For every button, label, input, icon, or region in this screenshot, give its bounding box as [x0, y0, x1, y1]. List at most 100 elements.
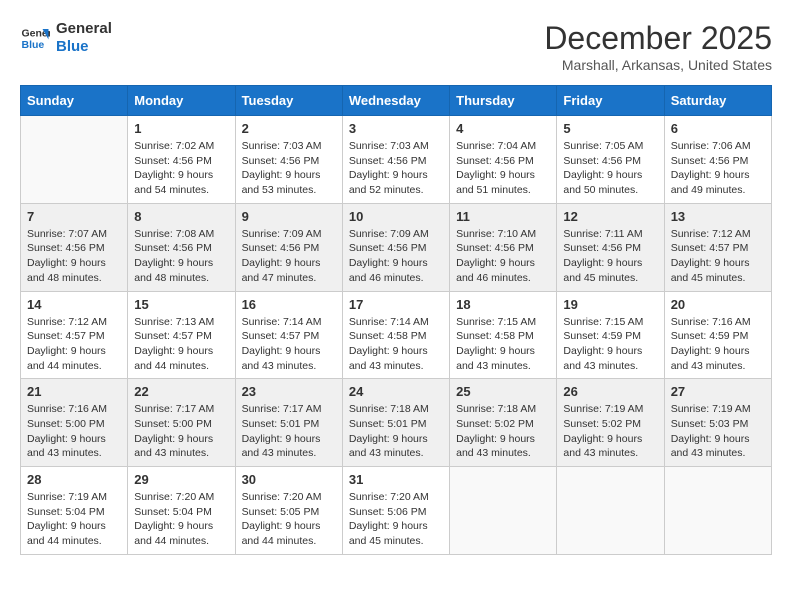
calendar-cell: 29 Sunrise: 7:20 AMSunset: 5:04 PMDayligh… — [128, 467, 235, 555]
day-number: 19 — [563, 297, 657, 312]
weekday-header-saturday: Saturday — [664, 86, 771, 116]
day-info: Sunrise: 7:08 AMSunset: 4:56 PMDaylight:… — [134, 227, 228, 286]
calendar-cell: 19 Sunrise: 7:15 AMSunset: 4:59 PMDayligh… — [557, 291, 664, 379]
day-info: Sunrise: 7:03 AMSunset: 4:56 PMDaylight:… — [242, 139, 336, 198]
calendar-cell: 21 Sunrise: 7:16 AMSunset: 5:00 PMDayligh… — [21, 379, 128, 467]
calendar-week-row: 21 Sunrise: 7:16 AMSunset: 5:00 PMDayligh… — [21, 379, 772, 467]
day-number: 24 — [349, 384, 443, 399]
day-info: Sunrise: 7:19 AMSunset: 5:03 PMDaylight:… — [671, 402, 765, 461]
day-number: 31 — [349, 472, 443, 487]
day-number: 14 — [27, 297, 121, 312]
day-number: 21 — [27, 384, 121, 399]
weekday-header-sunday: Sunday — [21, 86, 128, 116]
calendar-cell: 8 Sunrise: 7:08 AMSunset: 4:56 PMDaylight… — [128, 203, 235, 291]
calendar-cell: 25 Sunrise: 7:18 AMSunset: 5:02 PMDayligh… — [450, 379, 557, 467]
calendar-body: 1Sunrise: 7:02 AMSunset: 4:56 PMDaylight… — [21, 116, 772, 555]
day-info: Sunrise: 7:12 AMSunset: 4:57 PMDaylight:… — [27, 315, 121, 374]
calendar-cell: 20Sunrise: 7:16 AMSunset: 4:59 PMDayligh… — [664, 291, 771, 379]
calendar-cell: 7Sunrise: 7:07 AMSunset: 4:56 PMDaylight… — [21, 203, 128, 291]
calendar-cell: 28Sunrise: 7:19 AMSunset: 5:04 PMDayligh… — [21, 467, 128, 555]
day-info: Sunrise: 7:17 AMSunset: 5:00 PMDaylight:… — [134, 402, 228, 461]
calendar-cell: 5 Sunrise: 7:05 AMSunset: 4:56 PMDaylight… — [557, 116, 664, 204]
day-info: Sunrise: 7:02 AMSunset: 4:56 PMDaylight:… — [134, 139, 228, 198]
calendar-cell: 30Sunrise: 7:20 AMSunset: 5:05 PMDayligh… — [235, 467, 342, 555]
logo-text-general: General — [56, 20, 112, 38]
calendar-week-row: 1Sunrise: 7:02 AMSunset: 4:56 PMDaylight… — [21, 116, 772, 204]
day-number: 12 — [563, 209, 657, 224]
day-number: 8 — [134, 209, 228, 224]
day-number: 4 — [456, 121, 550, 136]
calendar-cell: 13 Sunrise: 7:12 AMSunset: 4:57 PMDayligh… — [664, 203, 771, 291]
calendar-cell: 27 Sunrise: 7:19 AMSunset: 5:03 PMDayligh… — [664, 379, 771, 467]
day-info: Sunrise: 7:15 AMSunset: 4:58 PMDaylight:… — [456, 315, 550, 374]
day-info: Sunrise: 7:04 AMSunset: 4:56 PMDaylight:… — [456, 139, 550, 198]
day-info: Sunrise: 7:20 AMSunset: 5:05 PMDaylight:… — [242, 490, 336, 549]
day-number: 11 — [456, 209, 550, 224]
calendar-week-row: 14 Sunrise: 7:12 AMSunset: 4:57 PMDayligh… — [21, 291, 772, 379]
calendar-cell — [450, 467, 557, 555]
day-info: Sunrise: 7:19 AMSunset: 5:04 PMDaylight:… — [27, 490, 121, 549]
day-number: 23 — [242, 384, 336, 399]
day-number: 18 — [456, 297, 550, 312]
calendar-cell: 23 Sunrise: 7:17 AMSunset: 5:01 PMDayligh… — [235, 379, 342, 467]
weekday-header-tuesday: Tuesday — [235, 86, 342, 116]
logo-text-blue: Blue — [56, 38, 112, 56]
svg-text:Blue: Blue — [22, 39, 45, 51]
calendar-cell: 3 Sunrise: 7:03 AMSunset: 4:56 PMDaylight… — [342, 116, 449, 204]
main-title: December 2025 — [544, 20, 772, 57]
day-info: Sunrise: 7:16 AMSunset: 5:00 PMDaylight:… — [27, 402, 121, 461]
day-number: 27 — [671, 384, 765, 399]
day-info: Sunrise: 7:06 AMSunset: 4:56 PMDaylight:… — [671, 139, 765, 198]
day-info: Sunrise: 7:09 AMSunset: 4:56 PMDaylight:… — [242, 227, 336, 286]
day-number: 5 — [563, 121, 657, 136]
day-number: 26 — [563, 384, 657, 399]
day-info: Sunrise: 7:20 AMSunset: 5:04 PMDaylight:… — [134, 490, 228, 549]
calendar-cell: 2 Sunrise: 7:03 AMSunset: 4:56 PMDaylight… — [235, 116, 342, 204]
weekday-header-monday: Monday — [128, 86, 235, 116]
day-info: Sunrise: 7:09 AMSunset: 4:56 PMDaylight:… — [349, 227, 443, 286]
calendar-cell: 31 Sunrise: 7:20 AMSunset: 5:06 PMDayligh… — [342, 467, 449, 555]
page-header: General Blue General Blue General Blue D… — [20, 20, 772, 73]
weekday-header-friday: Friday — [557, 86, 664, 116]
day-info: Sunrise: 7:14 AMSunset: 4:57 PMDaylight:… — [242, 315, 336, 374]
day-info: Sunrise: 7:18 AMSunset: 5:02 PMDaylight:… — [456, 402, 550, 461]
calendar-cell: 11Sunrise: 7:10 AMSunset: 4:56 PMDayligh… — [450, 203, 557, 291]
calendar-cell: 10 Sunrise: 7:09 AMSunset: 4:56 PMDayligh… — [342, 203, 449, 291]
day-info: Sunrise: 7:19 AMSunset: 5:02 PMDaylight:… — [563, 402, 657, 461]
day-info: Sunrise: 7:18 AMSunset: 5:01 PMDaylight:… — [349, 402, 443, 461]
day-number: 25 — [456, 384, 550, 399]
calendar-cell: 16Sunrise: 7:14 AMSunset: 4:57 PMDayligh… — [235, 291, 342, 379]
calendar-cell — [557, 467, 664, 555]
day-info: Sunrise: 7:16 AMSunset: 4:59 PMDaylight:… — [671, 315, 765, 374]
calendar-cell: 6Sunrise: 7:06 AMSunset: 4:56 PMDaylight… — [664, 116, 771, 204]
day-number: 10 — [349, 209, 443, 224]
calendar-cell: 1Sunrise: 7:02 AMSunset: 4:56 PMDaylight… — [128, 116, 235, 204]
weekday-header-wednesday: Wednesday — [342, 86, 449, 116]
day-info: Sunrise: 7:17 AMSunset: 5:01 PMDaylight:… — [242, 402, 336, 461]
day-info: Sunrise: 7:03 AMSunset: 4:56 PMDaylight:… — [349, 139, 443, 198]
weekday-header-row: SundayMondayTuesdayWednesdayThursdayFrid… — [21, 86, 772, 116]
day-info: Sunrise: 7:15 AMSunset: 4:59 PMDaylight:… — [563, 315, 657, 374]
logo-icon: General Blue — [20, 23, 50, 53]
day-number: 17 — [349, 297, 443, 312]
day-number: 3 — [349, 121, 443, 136]
day-number: 29 — [134, 472, 228, 487]
day-info: Sunrise: 7:12 AMSunset: 4:57 PMDaylight:… — [671, 227, 765, 286]
calendar-cell: 15 Sunrise: 7:13 AMSunset: 4:57 PMDayligh… — [128, 291, 235, 379]
calendar-cell: 18 Sunrise: 7:15 AMSunset: 4:58 PMDayligh… — [450, 291, 557, 379]
day-info: Sunrise: 7:20 AMSunset: 5:06 PMDaylight:… — [349, 490, 443, 549]
calendar-cell: 9 Sunrise: 7:09 AMSunset: 4:56 PMDaylight… — [235, 203, 342, 291]
calendar-table: SundayMondayTuesdayWednesdayThursdayFrid… — [20, 85, 772, 555]
calendar-cell: 12Sunrise: 7:11 AMSunset: 4:56 PMDayligh… — [557, 203, 664, 291]
day-number: 9 — [242, 209, 336, 224]
day-number: 22 — [134, 384, 228, 399]
day-number: 2 — [242, 121, 336, 136]
day-number: 15 — [134, 297, 228, 312]
day-number: 13 — [671, 209, 765, 224]
day-info: Sunrise: 7:05 AMSunset: 4:56 PMDaylight:… — [563, 139, 657, 198]
calendar-cell: 24 Sunrise: 7:18 AMSunset: 5:01 PMDayligh… — [342, 379, 449, 467]
day-info: Sunrise: 7:13 AMSunset: 4:57 PMDaylight:… — [134, 315, 228, 374]
subtitle: Marshall, Arkansas, United States — [544, 57, 772, 73]
calendar-week-row: 28Sunrise: 7:19 AMSunset: 5:04 PMDayligh… — [21, 467, 772, 555]
calendar-header: SundayMondayTuesdayWednesdayThursdayFrid… — [21, 86, 772, 116]
